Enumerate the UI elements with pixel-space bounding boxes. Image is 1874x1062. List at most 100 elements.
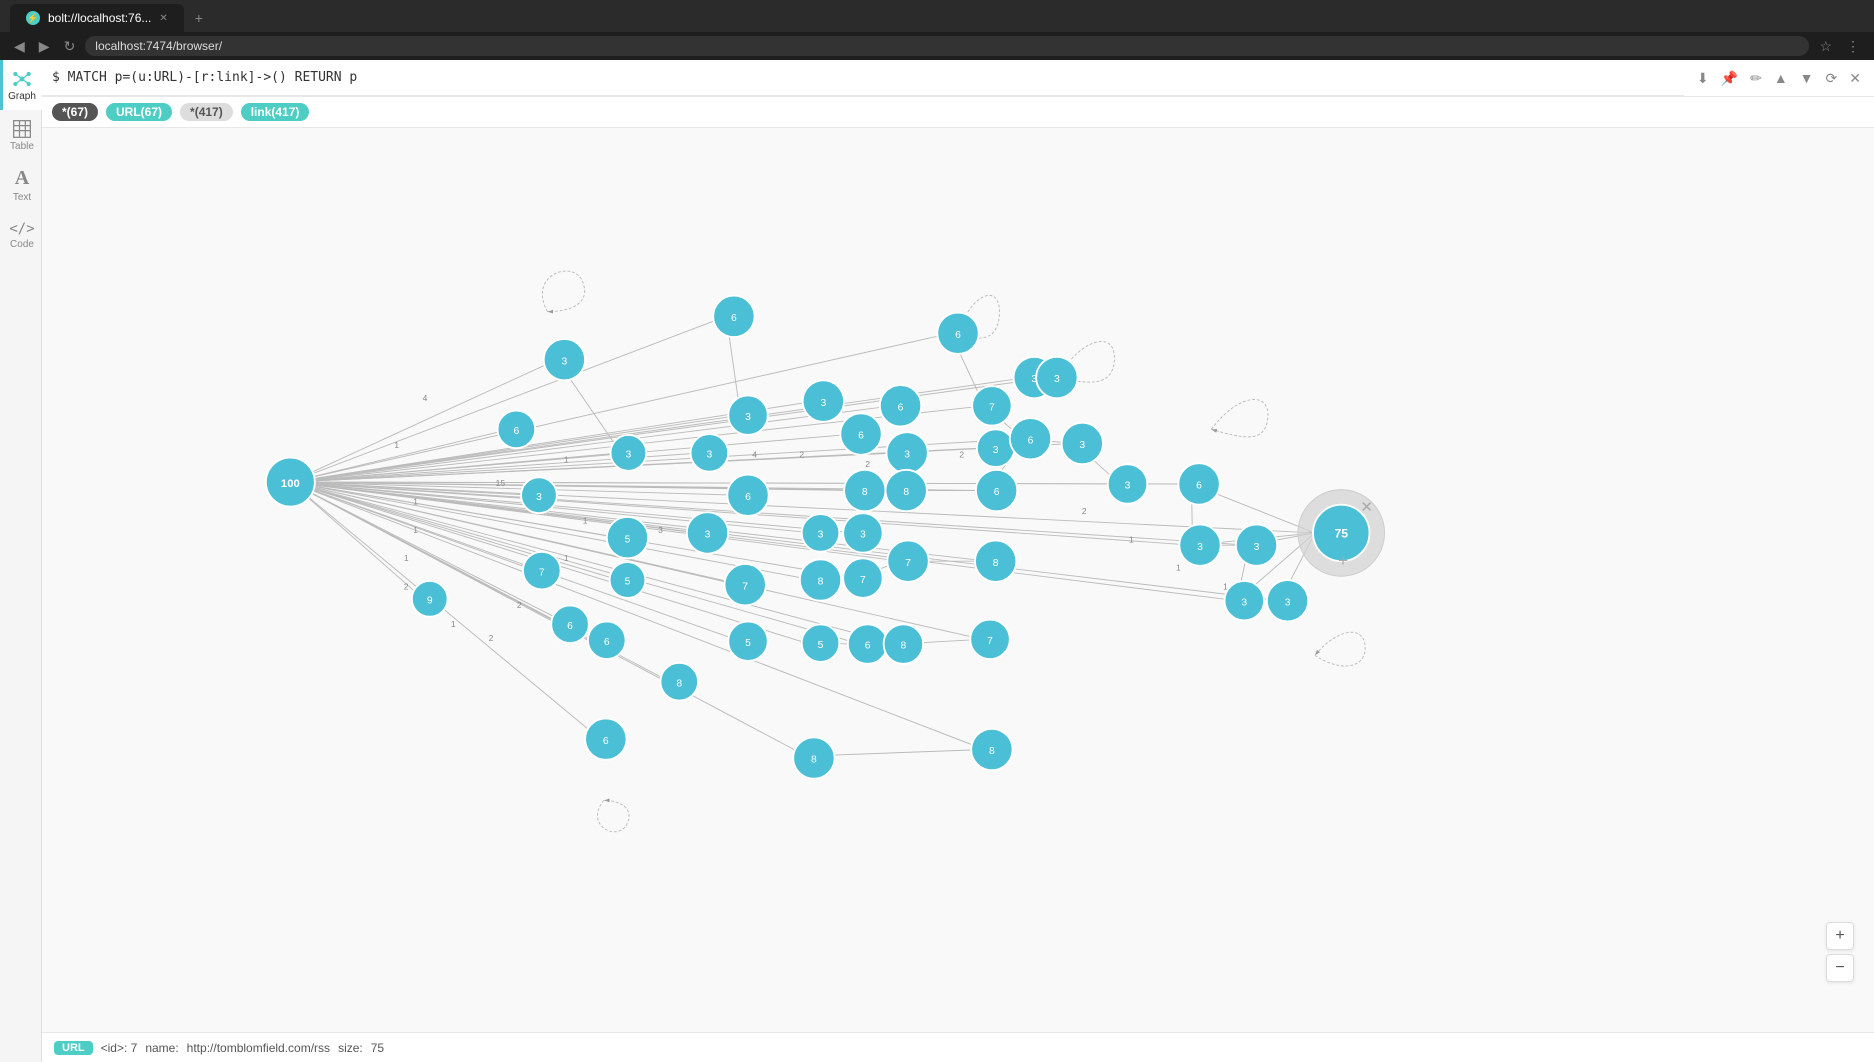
sidebar-item-graph[interactable]: Graph xyxy=(0,60,42,110)
query-bar[interactable]: $ MATCH p=(u:URL)-[r:link]->() RETURN p xyxy=(42,60,1684,96)
nodes-count-badge[interactable]: *(67) xyxy=(52,103,98,121)
svg-text:6: 6 xyxy=(1028,435,1034,446)
svg-text:1: 1 xyxy=(564,454,569,464)
zoom-in-button[interactable]: + xyxy=(1826,922,1854,950)
svg-text:6: 6 xyxy=(567,621,573,632)
download-icon[interactable]: ⬇ xyxy=(1694,67,1712,90)
address-text: localhost:7474/browser/ xyxy=(95,39,222,53)
forward-button[interactable]: ▶ xyxy=(35,36,54,57)
svg-text:3: 3 xyxy=(1285,597,1291,608)
sidebar-graph-label: Graph xyxy=(8,91,36,102)
svg-text:2: 2 xyxy=(404,581,409,591)
edit-icon[interactable]: ✏ xyxy=(1747,67,1765,90)
svg-text:5: 5 xyxy=(625,534,631,545)
svg-text:3: 3 xyxy=(536,492,542,503)
svg-text:3: 3 xyxy=(818,530,824,541)
zoom-out-button[interactable]: − xyxy=(1826,954,1854,982)
node-size-key: size: xyxy=(338,1041,363,1055)
svg-text:3: 3 xyxy=(1197,542,1203,553)
svg-text:1: 1 xyxy=(583,516,588,526)
nodes-label-badge[interactable]: URL(67) xyxy=(106,103,172,121)
rels-result: *(417) link(417) xyxy=(180,103,309,121)
sidebar-item-table[interactable]: Table xyxy=(0,110,42,160)
svg-text:1: 1 xyxy=(413,497,418,507)
svg-text:8: 8 xyxy=(989,746,995,757)
svg-text:6: 6 xyxy=(745,492,751,503)
svg-text:75: 75 xyxy=(1334,527,1348,541)
tab-favicon: ⚡ xyxy=(26,11,40,25)
rels-label-badge[interactable]: link(417) xyxy=(241,103,310,121)
active-tab[interactable]: ⚡ bolt://localhost:76... ✕ xyxy=(10,4,184,32)
content-wrapper: $ MATCH p=(u:URL)-[r:link]->() RETURN p … xyxy=(42,60,1874,1062)
new-tab[interactable]: + xyxy=(184,4,214,32)
bookmark-button[interactable]: ☆ xyxy=(1815,36,1836,57)
svg-text:8: 8 xyxy=(676,678,682,689)
toolbar-right: ⬇ 📌 ✏ ▲ ▼ ⟳ ✕ xyxy=(1684,67,1874,90)
svg-text:3: 3 xyxy=(860,530,866,541)
menu-button[interactable]: ⋮ xyxy=(1842,36,1864,57)
svg-text:7: 7 xyxy=(905,558,911,569)
svg-text:8: 8 xyxy=(901,641,907,652)
tab-title: bolt://localhost:76... xyxy=(48,11,151,25)
svg-text:8: 8 xyxy=(862,487,868,498)
svg-text:3: 3 xyxy=(626,450,632,461)
svg-text:+: + xyxy=(1338,551,1348,570)
svg-text:9: 9 xyxy=(427,596,433,607)
tab-bar: ⚡ bolt://localhost:76... ✕ + xyxy=(0,0,1874,32)
prev-icon[interactable]: ▲ xyxy=(1771,67,1791,89)
svg-text:8: 8 xyxy=(811,755,817,766)
svg-text:3: 3 xyxy=(1241,597,1247,608)
svg-text:7: 7 xyxy=(860,575,866,586)
svg-text:3: 3 xyxy=(1054,374,1060,385)
more-icon[interactable]: ✕ xyxy=(1846,67,1864,90)
address-bar[interactable]: localhost:7474/browser/ xyxy=(85,36,1809,56)
sidebar-table-label: Table xyxy=(10,141,34,152)
svg-text:1: 1 xyxy=(413,525,418,535)
svg-text:3: 3 xyxy=(658,525,663,535)
svg-text:6: 6 xyxy=(955,330,961,341)
node-name-key: name: xyxy=(145,1041,178,1055)
svg-text:4: 4 xyxy=(423,393,428,403)
zoom-controls: + − xyxy=(1826,922,1854,982)
next-icon[interactable]: ▼ xyxy=(1797,67,1817,89)
svg-text:3: 3 xyxy=(745,412,751,423)
svg-text:1: 1 xyxy=(564,553,569,563)
sidebar: Graph Table A Text </> Code xyxy=(0,60,42,1062)
svg-text:5: 5 xyxy=(818,640,824,651)
results-row: *(67) URL(67) *(417) link(417) xyxy=(42,97,1874,128)
svg-text:2: 2 xyxy=(517,600,522,610)
sidebar-text-label: Text xyxy=(13,192,31,203)
node-size-value: 75 xyxy=(371,1041,384,1055)
svg-text:2: 2 xyxy=(959,450,964,460)
graph-icon xyxy=(12,69,32,89)
svg-text:3: 3 xyxy=(993,445,999,456)
url-type-badge: URL xyxy=(54,1041,93,1055)
svg-text:2: 2 xyxy=(1082,506,1087,516)
nav-bar: ◀ ▶ ↻ localhost:7474/browser/ ☆ ⋮ xyxy=(0,32,1874,60)
tab-close-btn[interactable]: ✕ xyxy=(159,13,167,24)
svg-text:6: 6 xyxy=(731,313,737,324)
svg-text:✕: ✕ xyxy=(1360,499,1373,516)
back-button[interactable]: ◀ xyxy=(10,36,29,57)
svg-text:6: 6 xyxy=(603,736,609,747)
sidebar-item-text[interactable]: A Text xyxy=(0,160,42,210)
svg-text:8: 8 xyxy=(903,487,909,498)
query-text: $ MATCH p=(u:URL)-[r:link]->() RETURN p xyxy=(52,70,357,85)
graph-canvas[interactable]: 4 1 1 1 1 2 1 2 2 1 1 15 1 3 4 2 2 xyxy=(42,128,1874,1032)
node-id-label: <id>: 7 xyxy=(101,1041,138,1055)
svg-text:1: 1 xyxy=(394,440,399,450)
refresh-button[interactable]: ↻ xyxy=(60,36,80,57)
svg-text:3: 3 xyxy=(705,530,711,541)
reset-icon[interactable]: ⟳ xyxy=(1823,67,1841,90)
node-name-value: http://tomblomfield.com/rss xyxy=(187,1041,330,1055)
table-icon xyxy=(12,119,32,139)
browser-chrome: ⚡ bolt://localhost:76... ✕ + ◀ ▶ ↻ local… xyxy=(0,0,1874,60)
pin-icon[interactable]: 📌 xyxy=(1718,67,1741,90)
rels-count-badge[interactable]: *(417) xyxy=(180,103,233,121)
svg-text:1: 1 xyxy=(404,553,409,563)
graph-svg: 4 1 1 1 1 2 1 2 2 1 1 15 1 3 4 2 2 xyxy=(42,128,1874,1032)
svg-text:1: 1 xyxy=(1129,534,1134,544)
svg-text:5: 5 xyxy=(625,577,631,588)
svg-text:3: 3 xyxy=(904,450,910,461)
sidebar-item-code[interactable]: </> Code xyxy=(0,210,42,260)
